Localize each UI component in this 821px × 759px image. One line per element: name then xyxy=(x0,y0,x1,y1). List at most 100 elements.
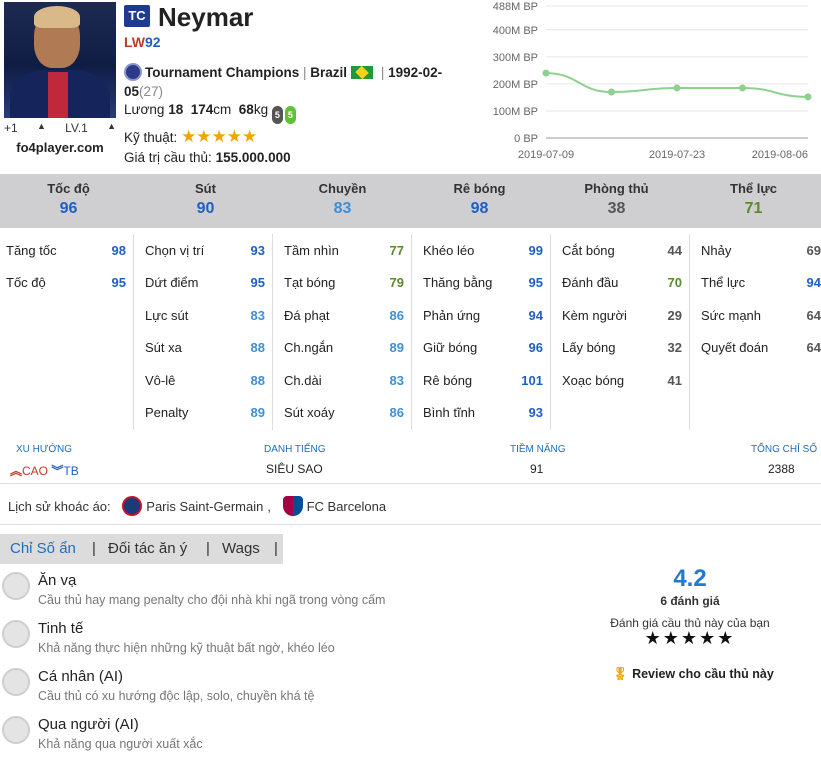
physical-line: Lương 18 174cm 68kg 55 xyxy=(124,102,296,124)
attribute-row: Nhảy 69 xyxy=(695,234,821,267)
upgrade-level: +1 xyxy=(4,121,18,135)
tab-wags[interactable]: Wags xyxy=(222,540,260,557)
attribute-value: 96 xyxy=(528,340,543,356)
attribute-row: Lấy bóng 32 xyxy=(556,332,688,365)
tab-separator: | xyxy=(274,540,278,557)
attribute-value: 29 xyxy=(667,307,682,323)
review-button[interactable]: 🎖 Review cho cầu thủ này xyxy=(608,667,778,682)
trait-name: Tinh tế xyxy=(38,620,84,637)
price-point[interactable] xyxy=(542,69,550,77)
attribute-row: Penalty 89 xyxy=(139,397,271,430)
attribute-label: Tầm nhìn xyxy=(284,242,339,258)
player-name: Neymar xyxy=(158,2,254,32)
y-tick-label: 488M BP xyxy=(493,1,538,13)
jersey-history: Lịch sử khoác áo: Paris Saint-Germain , … xyxy=(8,496,386,516)
attribute-row: Tốc độ 95 xyxy=(0,267,132,300)
attribute-value: 70 xyxy=(667,275,682,291)
attribute-row: Cắt bóng 44 xyxy=(556,234,688,267)
trend-defense: TB xyxy=(63,464,79,478)
attribute-value: 86 xyxy=(389,307,404,323)
review-button-label: Review cho cầu thủ này xyxy=(632,667,774,681)
attribute-label: Giữ bóng xyxy=(423,340,478,356)
attribute-row: Sức mạnh 64 xyxy=(695,299,821,332)
trend-label: XU HƯỚNG xyxy=(16,444,73,455)
main-stat: Phòng thủ 38 xyxy=(548,174,685,218)
price-point[interactable] xyxy=(739,84,746,92)
main-stat: Sút 90 xyxy=(137,174,274,218)
dribbler-icon xyxy=(2,716,30,744)
attribute-row: Thể lực 94 xyxy=(695,267,821,300)
attribute-value: 64 xyxy=(806,307,821,323)
attribute-column: Chọn vị trí 93 Dứt điểm 95 Lực sút 83 Sút xa 88… xyxy=(139,234,271,430)
main-stat-value: 98 xyxy=(470,200,489,217)
attribute-value: 99 xyxy=(528,242,543,258)
y-tick-label: 300M BP xyxy=(493,52,538,64)
position: LW xyxy=(124,34,145,50)
trait-desc: Cầu thủ có xu hướng độc lập, solo, chuyề… xyxy=(38,689,315,703)
tab-hidden-stats[interactable]: Chỉ Số ẩn xyxy=(10,540,76,557)
attribute-row: Sút xa 88 xyxy=(139,332,271,365)
y-tick-label: 0 BP xyxy=(514,133,538,145)
left-foot-icon: 5 xyxy=(271,106,283,124)
salary-label: Lương xyxy=(124,102,165,117)
position-rating: LW92 xyxy=(124,34,161,50)
attribute-column: Tầm nhìn 77 Tạt bóng 79 Đá phạt 86 Ch.ngắn 89 Ch… xyxy=(278,234,410,430)
main-stat: Rê bóng 98 xyxy=(411,174,548,218)
attribute-label: Thăng bằng xyxy=(423,275,493,291)
level-stepper-icon[interactable]: ▲ xyxy=(107,121,116,135)
price-chart: 488M BP 400M BP 300M BP 200M BP 100M BP 0 BP 2… xyxy=(493,1,812,161)
attribute-row: Rê bóng 101 xyxy=(417,364,549,397)
main-stat-label: Chuyền xyxy=(318,181,367,196)
nation-name[interactable]: Brazil xyxy=(310,65,347,80)
attribute-value: 93 xyxy=(528,405,543,421)
attribute-value: 94 xyxy=(528,307,543,323)
tab-chemistry[interactable]: Đối tác ăn ý xyxy=(108,540,187,557)
brazil-flag-icon xyxy=(351,66,374,79)
attribute-value: 95 xyxy=(111,275,126,291)
attribute-value: 95 xyxy=(250,275,265,291)
attribute-row: Tăng tốc 98 xyxy=(0,234,132,267)
price-point[interactable] xyxy=(804,93,812,101)
fame-value: SIÊU SAO xyxy=(266,462,323,476)
attribute-label: Ch.ngắn xyxy=(284,340,334,356)
attribute-label: Penalty xyxy=(145,405,189,421)
season-name[interactable]: Tournament Champions xyxy=(145,65,299,80)
club-psg[interactable]: Paris Saint-Germain xyxy=(146,499,263,514)
attribute-value: 64 xyxy=(806,340,821,356)
value-line: Giá trị cầu thủ: 155.000.000 xyxy=(124,150,291,165)
tab-separator: | xyxy=(206,540,210,557)
attribute-label: Đá phạt xyxy=(284,307,330,323)
attribute-label: Khéo léo xyxy=(423,242,475,258)
attribute-row: Khéo léo 99 xyxy=(417,234,549,267)
trait-name: Ăn vạ xyxy=(38,572,77,589)
attribute-row: Tầm nhìn 77 xyxy=(278,234,410,267)
attribute-label: Sút xoáy xyxy=(284,405,335,421)
double-chevron-down-icon: ︾ xyxy=(51,464,64,478)
trend-value: ︽CAO ︾TB xyxy=(10,462,79,479)
season-nation-line: Tournament Champions | Brazil | 1992-02-… xyxy=(124,63,443,99)
attribute-label: Sút xa xyxy=(145,340,182,356)
attribute-label: Bình tĩnh xyxy=(423,405,476,421)
main-stat-label: Rê bóng xyxy=(453,181,506,196)
right-foot-icon: 5 xyxy=(284,106,296,124)
attribute-label: Lực sút xyxy=(145,307,189,323)
price-point[interactable] xyxy=(608,88,615,96)
main-stat: Tốc độ 96 xyxy=(0,174,137,218)
rating-stars-input[interactable]: ★★★★★ xyxy=(620,628,760,649)
attribute-value: 88 xyxy=(250,372,265,388)
attribute-label: Quyết đoán xyxy=(701,340,769,356)
attribute-label: Sức mạnh xyxy=(701,307,762,323)
divider xyxy=(0,483,821,484)
attribute-label: Rê bóng xyxy=(423,372,473,388)
season-icon xyxy=(124,63,142,81)
attribute-row: Dứt điểm 95 xyxy=(139,267,271,300)
x-tick-label: 2019-08-06 xyxy=(752,149,808,161)
tab-separator: | xyxy=(92,540,96,557)
y-tick-label: 100M BP xyxy=(493,106,538,118)
price-point[interactable] xyxy=(673,84,681,92)
total-value: 2388 xyxy=(768,462,795,476)
club-barcelona[interactable]: FC Barcelona xyxy=(307,499,386,514)
trait-name: Cá nhân (AI) xyxy=(38,668,124,685)
birth-date-cont: 05 xyxy=(124,84,140,99)
upgrade-stepper-icon[interactable]: ▲ xyxy=(37,121,46,135)
